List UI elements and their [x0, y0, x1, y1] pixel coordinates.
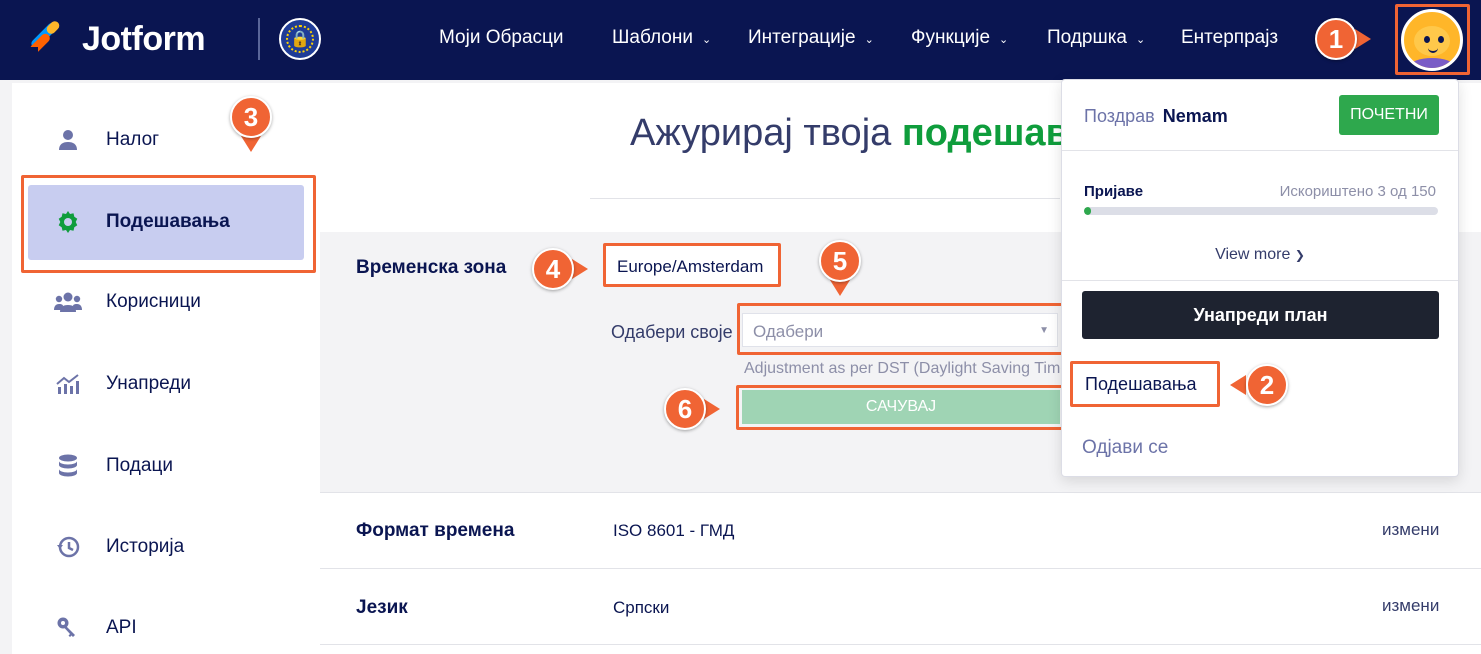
callout-2: 2 [1246, 364, 1288, 406]
greeting: Поздрав Nemam [1084, 106, 1228, 126]
jotform-logo[interactable]: Jotform [26, 19, 206, 59]
account-dropdown: Поздрав Nemam ПОЧЕТНИ Пријаве Искориштено… [1061, 79, 1459, 477]
save-button[interactable]: САЧУВАЈ [742, 390, 1060, 424]
callout-pointer [830, 280, 850, 296]
dropdown-arrow-icon: ▼ [1039, 325, 1049, 336]
avatar[interactable] [1401, 9, 1463, 71]
edit-time-format-link[interactable]: измени [1382, 520, 1439, 540]
chart-icon [52, 373, 84, 395]
eu-data-badge[interactable]: 🔒 [279, 18, 321, 60]
sidebar-item-settings[interactable]: Подешавања [52, 210, 230, 234]
user-icon [52, 129, 84, 151]
language-label: Језик [356, 597, 408, 618]
sidebar-item-api[interactable]: API [52, 616, 137, 640]
callout-6: 6 [664, 388, 706, 430]
row-divider [320, 568, 1481, 569]
sidebar-item-account[interactable]: Налог [52, 129, 159, 151]
settings-link[interactable]: Подешавања [1085, 374, 1197, 395]
gear-icon [52, 210, 84, 234]
callout-pointer [572, 259, 588, 279]
username: Nemam [1162, 106, 1228, 126]
callout-1: 1 [1315, 18, 1357, 60]
sidebar-item-upgrade[interactable]: Унапреди [52, 373, 191, 395]
submissions-label: Пријаве [1084, 183, 1144, 200]
title-divider [590, 198, 1060, 199]
callout-4: 4 [532, 248, 574, 290]
callout-pointer [704, 399, 720, 419]
plan-badge[interactable]: ПОЧЕТНИ [1339, 95, 1439, 135]
brand-name: Jotform [82, 19, 206, 58]
edit-language-link[interactable]: измени [1382, 596, 1439, 616]
top-navigation-bar: Jotform 🔒 Моји Обрасци Шаблони ⌄ Интеграц… [0, 0, 1481, 80]
dropdown-divider [1062, 150, 1458, 151]
timezone-label: Временска зона [356, 257, 507, 278]
chevron-down-icon: ⌄ [999, 34, 1009, 46]
dropdown-divider [1062, 280, 1458, 281]
nav-support[interactable]: Подршка ⌄ [1047, 27, 1145, 49]
settings-sidebar [12, 83, 320, 654]
language-value: Српски [613, 598, 670, 617]
logo-divider [258, 18, 260, 60]
nav-my-forms[interactable]: Моји Обрасци [439, 27, 564, 49]
usage-progress-bar [1084, 207, 1438, 215]
nav-integrations[interactable]: Интеграције ⌄ [748, 27, 874, 49]
upgrade-plan-button[interactable]: Унапреди план [1082, 291, 1439, 339]
nav-enterprise[interactable]: Ентерпрајз [1181, 27, 1278, 49]
dst-note: Adjustment as per DST (Daylight Saving T… [744, 360, 1062, 377]
usage-progress-fill [1084, 207, 1092, 215]
key-icon [52, 616, 84, 640]
time-format-label: Формат времена [356, 520, 515, 541]
chevron-down-icon: ❯ [1294, 248, 1305, 262]
database-icon [52, 454, 84, 478]
submissions-usage: Искориштено 3 од 150 [1279, 183, 1436, 200]
callout-pointer [241, 136, 261, 152]
history-icon [52, 535, 84, 559]
callout-3: 3 [230, 96, 272, 138]
chevron-down-icon: ⌄ [864, 34, 874, 46]
row-divider [320, 644, 1481, 645]
callout-pointer [1355, 29, 1371, 49]
row-divider [320, 492, 1481, 493]
time-format-value: ISO 8601 - ГМД [613, 521, 735, 540]
choose-timezone-label: Одабери своје [611, 322, 733, 342]
jotform-logo-icon [26, 19, 66, 59]
sidebar-item-data[interactable]: Подаци [52, 454, 173, 478]
chevron-down-icon: ⌄ [1136, 34, 1146, 46]
view-more-link[interactable]: View more ❯ [1062, 246, 1458, 264]
logout-link[interactable]: Одјави се [1082, 437, 1168, 459]
timezone-value: Europe/Amsterdam [617, 257, 764, 276]
callout-5: 5 [819, 240, 861, 282]
sidebar-item-history[interactable]: Историја [52, 535, 184, 559]
nav-templates[interactable]: Шаблони ⌄ [612, 27, 711, 49]
chevron-down-icon: ⌄ [701, 34, 712, 46]
sidebar-item-users[interactable]: Корисници [52, 291, 201, 313]
timezone-select[interactable]: Одабери ▼ [742, 313, 1058, 347]
callout-pointer [1230, 375, 1246, 395]
users-icon [52, 291, 84, 313]
nav-features[interactable]: Функције ⌄ [911, 27, 1008, 49]
